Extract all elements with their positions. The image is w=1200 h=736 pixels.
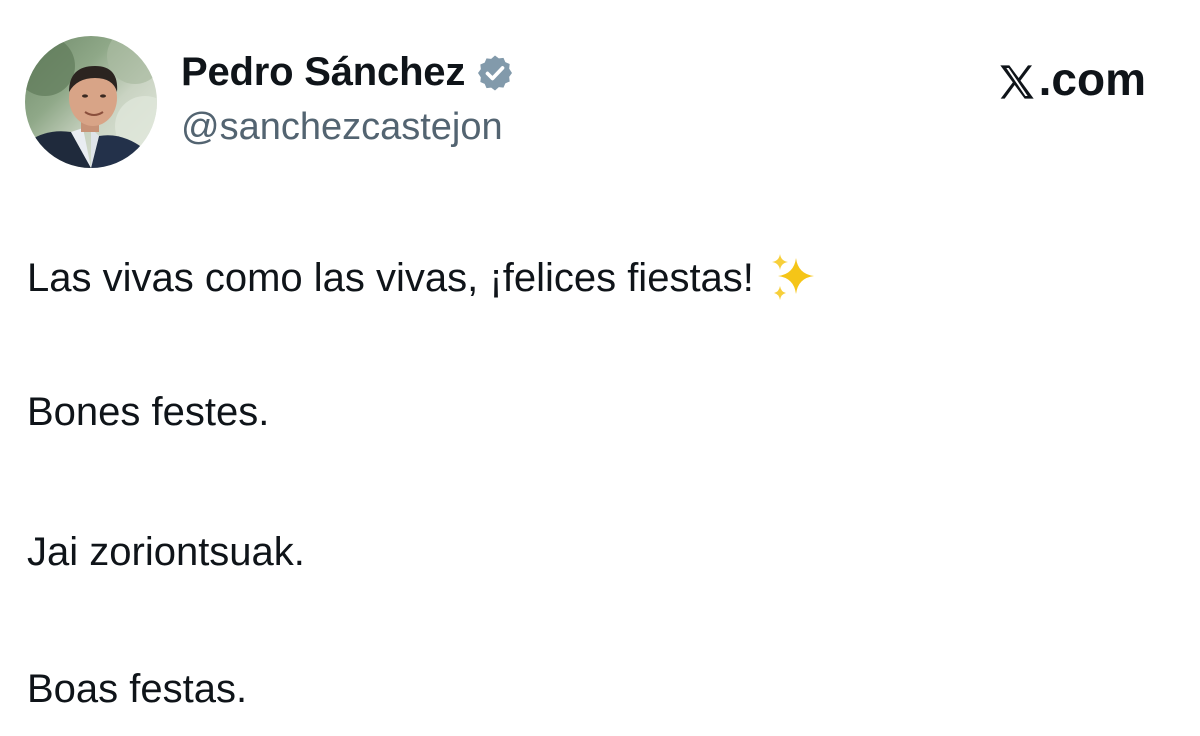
tweet-line-3: Jai zoriontsuak. [27, 530, 305, 574]
tweet-line-1-text: Las vivas como las vivas, ¡felices fiest… [27, 256, 754, 300]
x-logo-icon [997, 59, 1037, 99]
tweet-line-4: Boas festas. [27, 667, 248, 711]
author-handle[interactable]: @sanchezcastejon [181, 106, 503, 149]
tweet-line-1: Las vivas como las vivas, ¡felices fiest… [27, 250, 822, 306]
brand-label: .com [1038, 53, 1146, 105]
sparkles-icon [766, 250, 822, 306]
tweet-line-2: Bones festes. [27, 390, 270, 434]
author-display-name[interactable]: Pedro Sánchez [181, 50, 515, 95]
verified-badge-icon [475, 53, 515, 93]
author-name-text: Pedro Sánchez [181, 50, 466, 94]
x-com-brand[interactable]: .com [997, 52, 1146, 106]
tweet-card: Pedro Sánchez @sanchezcastejon .com Las … [0, 0, 1200, 736]
avatar[interactable] [25, 36, 157, 168]
